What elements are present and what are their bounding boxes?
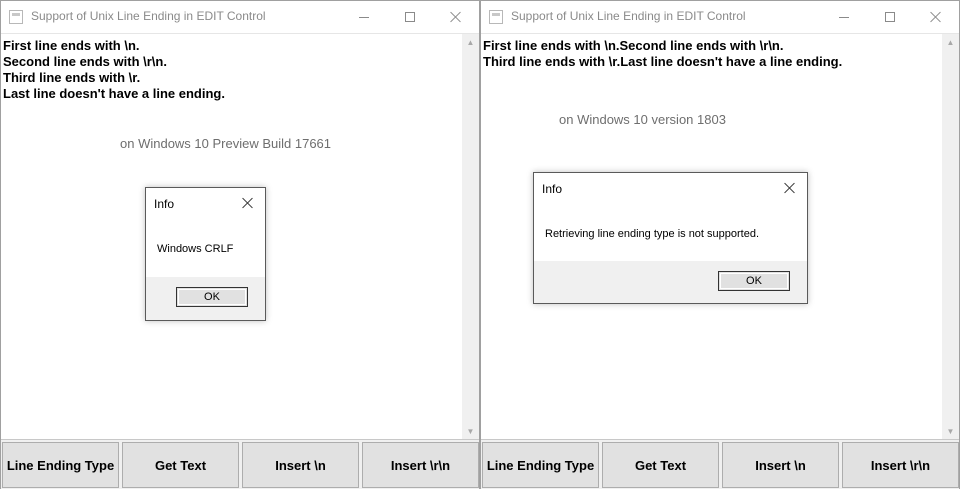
minimize-icon (359, 16, 369, 18)
scroll-down-arrow-icon[interactable]: ▼ (462, 423, 479, 440)
ok-button[interactable]: OK (176, 287, 248, 307)
close-icon (930, 11, 942, 23)
dialog-footer: OK (146, 277, 265, 320)
scroll-up-arrow-icon[interactable]: ▲ (942, 34, 959, 51)
window-title: Support of Unix Line Ending in EDIT Cont… (31, 9, 266, 23)
edit-line: Second line ends with \r\n. (3, 54, 167, 69)
dialog-title: Info (154, 197, 175, 211)
edit-line: Last line doesn't have a line ending. (3, 86, 225, 101)
maximize-icon (405, 12, 415, 22)
minimize-button[interactable] (821, 1, 867, 33)
window-title: Support of Unix Line Ending in EDIT Cont… (511, 9, 746, 23)
insert-lf-button[interactable]: Insert \n (722, 442, 839, 488)
line-ending-type-button[interactable]: Line Ending Type (482, 442, 599, 488)
get-text-button[interactable]: Get Text (602, 442, 719, 488)
maximize-button[interactable] (387, 1, 433, 33)
version-caption: on Windows 10 version 1803 (559, 112, 726, 127)
dialog-title: Info (542, 182, 563, 196)
edit-line: First line ends with \n.Second line ends… (483, 38, 784, 53)
dialog-message: Windows CRLF (157, 243, 234, 255)
maximize-icon (885, 12, 895, 22)
insert-crlf-button[interactable]: Insert \r\n (362, 442, 479, 488)
info-dialog: Info Retrieving line ending type is not … (533, 172, 808, 304)
app-icon (9, 10, 23, 24)
get-text-button[interactable]: Get Text (122, 442, 239, 488)
version-caption: on Windows 10 Preview Build 17661 (120, 136, 332, 151)
edit-text[interactable]: First line ends with \n. Second line end… (3, 38, 458, 102)
close-icon (450, 11, 462, 23)
close-button[interactable] (433, 1, 479, 33)
vertical-scrollbar[interactable]: ▲ ▼ (942, 34, 959, 440)
app-icon (489, 10, 503, 24)
window-preview-build: Support of Unix Line Ending in EDIT Cont… (0, 0, 480, 489)
dialog-close-button[interactable] (237, 192, 259, 214)
window-version-1803: Support of Unix Line Ending in EDIT Cont… (480, 0, 960, 489)
line-ending-type-button[interactable]: Line Ending Type (2, 442, 119, 488)
dialog-close-button[interactable] (779, 177, 801, 199)
button-bar: Line Ending Type Get Text Insert \n Inse… (481, 439, 959, 489)
insert-crlf-button[interactable]: Insert \r\n (842, 442, 959, 488)
ok-button[interactable]: OK (718, 271, 790, 291)
title-bar[interactable]: Support of Unix Line Ending in EDIT Cont… (1, 1, 479, 33)
scroll-up-arrow-icon[interactable]: ▲ (462, 34, 479, 51)
info-dialog: Info Windows CRLF OK (145, 187, 266, 321)
vertical-scrollbar[interactable]: ▲ ▼ (462, 34, 479, 440)
edit-line: Third line ends with \r. (3, 70, 141, 85)
minimize-button[interactable] (341, 1, 387, 33)
dialog-footer: OK (534, 261, 807, 303)
insert-lf-button[interactable]: Insert \n (242, 442, 359, 488)
edit-line: First line ends with \n. (3, 38, 140, 53)
title-bar[interactable]: Support of Unix Line Ending in EDIT Cont… (481, 1, 959, 33)
button-bar: Line Ending Type Get Text Insert \n Inse… (1, 439, 479, 489)
close-button[interactable] (913, 1, 959, 33)
minimize-icon (839, 16, 849, 18)
close-icon (784, 182, 796, 194)
edit-line: Third line ends with \r.Last line doesn'… (483, 54, 843, 69)
close-icon (242, 197, 254, 209)
maximize-button[interactable] (867, 1, 913, 33)
dialog-message: Retrieving line ending type is not suppo… (545, 228, 760, 240)
scroll-down-arrow-icon[interactable]: ▼ (942, 423, 959, 440)
edit-text[interactable]: First line ends with \n.Second line ends… (483, 38, 938, 70)
